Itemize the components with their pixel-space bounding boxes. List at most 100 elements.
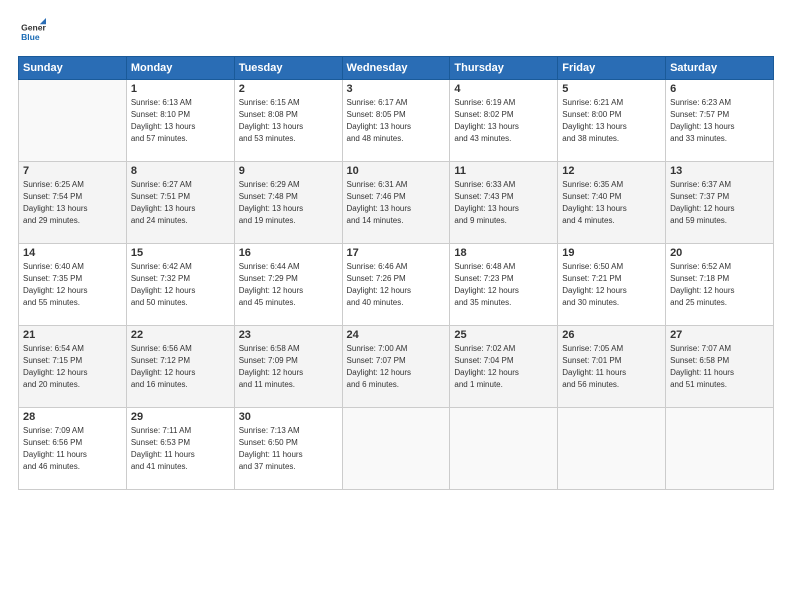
day-cell: 28Sunrise: 7:09 AM Sunset: 6:56 PM Dayli… (19, 408, 127, 490)
day-info: Sunrise: 7:09 AM Sunset: 6:56 PM Dayligh… (23, 425, 122, 473)
day-number: 6 (670, 83, 769, 95)
day-cell: 1 Sunrise: 6:13 AM Sunset: 8:10 PM Daylig… (126, 80, 234, 162)
day-info: Sunrise: 7:13 AM Sunset: 6:50 PM Dayligh… (239, 425, 338, 473)
day-cell: 8 Sunrise: 6:27 AM Sunset: 7:51 PM Daylig… (126, 162, 234, 244)
day-info: Sunrise: 6:54 AM Sunset: 7:15 PM Dayligh… (23, 343, 122, 391)
day-cell: 5 Sunrise: 6:21 AM Sunset: 8:00 PM Daylig… (558, 80, 666, 162)
day-number: 27 (670, 329, 769, 341)
day-cell (558, 408, 666, 490)
week-row-3: 14 Sunrise: 6:40 AM Sunset: 7:35 PM Dayli… (19, 244, 774, 326)
day-info: Sunrise: 7:11 AM Sunset: 6:53 PM Dayligh… (131, 425, 230, 473)
day-number: 13 (670, 165, 769, 177)
day-cell: 10 Sunrise: 6:31 AM Sunset: 7:46 PM Dayli… (342, 162, 450, 244)
day-info: Sunrise: 6:25 AM Sunset: 7:54 PM Dayligh… (23, 179, 122, 227)
day-cell: 21 Sunrise: 6:54 AM Sunset: 7:15 PM Dayli… (19, 326, 127, 408)
day-info: Sunrise: 7:05 AM Sunset: 7:01 PM Dayligh… (562, 343, 661, 391)
day-number: 23 (239, 329, 338, 341)
day-cell: 3 Sunrise: 6:17 AM Sunset: 8:05 PM Daylig… (342, 80, 450, 162)
day-info: Sunrise: 6:58 AM Sunset: 7:09 PM Dayligh… (239, 343, 338, 391)
day-number: 30 (239, 411, 338, 423)
day-info: Sunrise: 6:31 AM Sunset: 7:46 PM Dayligh… (347, 179, 446, 227)
day-cell: 30 Sunrise: 7:13 AM Sunset: 6:50 PM Dayli… (234, 408, 342, 490)
col-header-friday: Friday (558, 57, 666, 80)
day-cell (19, 80, 127, 162)
day-cell: 15Sunrise: 6:42 AM Sunset: 7:32 PM Dayli… (126, 244, 234, 326)
col-header-tuesday: Tuesday (234, 57, 342, 80)
week-row-2: 7 Sunrise: 6:25 AM Sunset: 7:54 PM Daylig… (19, 162, 774, 244)
day-number: 1 (131, 83, 230, 95)
day-cell: 9 Sunrise: 6:29 AM Sunset: 7:48 PM Daylig… (234, 162, 342, 244)
day-info: Sunrise: 6:15 AM Sunset: 8:08 PM Dayligh… (239, 97, 338, 145)
day-cell: 2 Sunrise: 6:15 AM Sunset: 8:08 PM Daylig… (234, 80, 342, 162)
day-number: 7 (23, 165, 122, 177)
day-cell: 23 Sunrise: 6:58 AM Sunset: 7:09 PM Dayli… (234, 326, 342, 408)
day-info: Sunrise: 6:37 AM Sunset: 7:37 PM Dayligh… (670, 179, 769, 227)
day-cell: 27 Sunrise: 7:07 AM Sunset: 6:58 PM Dayli… (666, 326, 774, 408)
day-info: Sunrise: 6:44 AM Sunset: 7:29 PM Dayligh… (239, 261, 338, 309)
day-cell: 7 Sunrise: 6:25 AM Sunset: 7:54 PM Daylig… (19, 162, 127, 244)
day-cell: 26 Sunrise: 7:05 AM Sunset: 7:01 PM Dayli… (558, 326, 666, 408)
day-number: 21 (23, 329, 122, 341)
day-info: Sunrise: 6:27 AM Sunset: 7:51 PM Dayligh… (131, 179, 230, 227)
day-number: 2 (239, 83, 338, 95)
header: General Blue (18, 18, 774, 46)
day-number: 26 (562, 329, 661, 341)
day-cell: 25 Sunrise: 7:02 AM Sunset: 7:04 PM Dayli… (450, 326, 558, 408)
day-number: 9 (239, 165, 338, 177)
day-info: Sunrise: 6:29 AM Sunset: 7:48 PM Dayligh… (239, 179, 338, 227)
day-cell: 20 Sunrise: 6:52 AM Sunset: 7:18 PM Dayli… (666, 244, 774, 326)
day-info: Sunrise: 6:35 AM Sunset: 7:40 PM Dayligh… (562, 179, 661, 227)
week-row-5: 28Sunrise: 7:09 AM Sunset: 6:56 PM Dayli… (19, 408, 774, 490)
day-number: 8 (131, 165, 230, 177)
day-info: Sunrise: 6:46 AM Sunset: 7:26 PM Dayligh… (347, 261, 446, 309)
day-number: 10 (347, 165, 446, 177)
day-number: 25 (454, 329, 553, 341)
day-cell: 16 Sunrise: 6:44 AM Sunset: 7:29 PM Dayli… (234, 244, 342, 326)
day-number: 5 (562, 83, 661, 95)
day-cell: 19Sunrise: 6:50 AM Sunset: 7:21 PM Dayli… (558, 244, 666, 326)
day-cell: 14 Sunrise: 6:40 AM Sunset: 7:35 PM Dayli… (19, 244, 127, 326)
day-info: Sunrise: 6:40 AM Sunset: 7:35 PM Dayligh… (23, 261, 122, 309)
day-info: Sunrise: 6:21 AM Sunset: 8:00 PM Dayligh… (562, 97, 661, 145)
day-info: Sunrise: 6:33 AM Sunset: 7:43 PM Dayligh… (454, 179, 553, 227)
day-info: Sunrise: 6:52 AM Sunset: 7:18 PM Dayligh… (670, 261, 769, 309)
day-cell: 12 Sunrise: 6:35 AM Sunset: 7:40 PM Dayli… (558, 162, 666, 244)
logo: General Blue (18, 18, 46, 46)
day-number: 3 (347, 83, 446, 95)
day-number: 22 (131, 329, 230, 341)
day-info: Sunrise: 7:02 AM Sunset: 7:04 PM Dayligh… (454, 343, 553, 391)
page: General Blue SundayMondayTuesdayWednesda… (0, 0, 792, 612)
day-number: 15 (131, 247, 230, 259)
day-cell (450, 408, 558, 490)
day-number: 20 (670, 247, 769, 259)
day-cell: 24Sunrise: 7:00 AM Sunset: 7:07 PM Dayli… (342, 326, 450, 408)
col-header-monday: Monday (126, 57, 234, 80)
day-number: 14 (23, 247, 122, 259)
day-cell: 13 Sunrise: 6:37 AM Sunset: 7:37 PM Dayli… (666, 162, 774, 244)
col-header-saturday: Saturday (666, 57, 774, 80)
header-row: SundayMondayTuesdayWednesdayThursdayFrid… (19, 57, 774, 80)
week-row-1: 1 Sunrise: 6:13 AM Sunset: 8:10 PM Daylig… (19, 80, 774, 162)
day-cell (342, 408, 450, 490)
day-number: 29 (131, 411, 230, 423)
day-info: Sunrise: 6:48 AM Sunset: 7:23 PM Dayligh… (454, 261, 553, 309)
day-info: Sunrise: 6:13 AM Sunset: 8:10 PM Dayligh… (131, 97, 230, 145)
day-info: Sunrise: 6:23 AM Sunset: 7:57 PM Dayligh… (670, 97, 769, 145)
col-header-thursday: Thursday (450, 57, 558, 80)
day-info: Sunrise: 6:19 AM Sunset: 8:02 PM Dayligh… (454, 97, 553, 145)
day-info: Sunrise: 7:07 AM Sunset: 6:58 PM Dayligh… (670, 343, 769, 391)
logo-icon: General Blue (18, 18, 46, 46)
day-number: 17 (347, 247, 446, 259)
day-cell: 6 Sunrise: 6:23 AM Sunset: 7:57 PM Daylig… (666, 80, 774, 162)
day-info: Sunrise: 6:17 AM Sunset: 8:05 PM Dayligh… (347, 97, 446, 145)
day-info: Sunrise: 6:56 AM Sunset: 7:12 PM Dayligh… (131, 343, 230, 391)
calendar-table: SundayMondayTuesdayWednesdayThursdayFrid… (18, 56, 774, 490)
day-number: 24 (347, 329, 446, 341)
day-number: 18 (454, 247, 553, 259)
day-number: 12 (562, 165, 661, 177)
day-number: 16 (239, 247, 338, 259)
day-cell: 11Sunrise: 6:33 AM Sunset: 7:43 PM Dayli… (450, 162, 558, 244)
day-cell: 29 Sunrise: 7:11 AM Sunset: 6:53 PM Dayli… (126, 408, 234, 490)
day-number: 19 (562, 247, 661, 259)
week-row-4: 21 Sunrise: 6:54 AM Sunset: 7:15 PM Dayli… (19, 326, 774, 408)
